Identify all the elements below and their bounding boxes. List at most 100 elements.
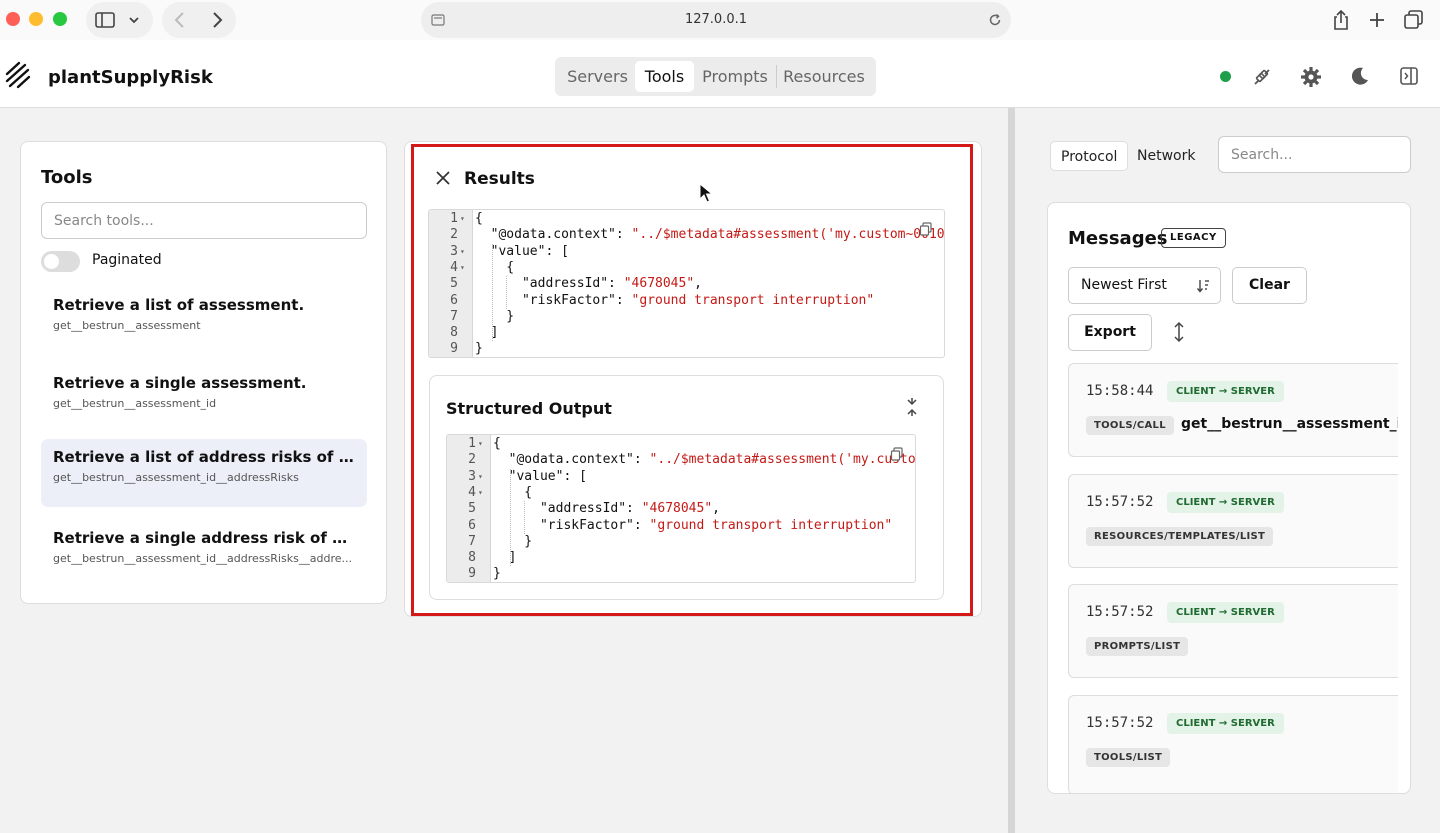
indent-guide: [492, 243, 493, 342]
message-item[interactable]: 15:57:52 CLIENT → SERVER PROMPTS/LIST: [1068, 584, 1398, 678]
tab-servers[interactable]: Servers: [561, 61, 634, 92]
new-tab-icon[interactable]: [1368, 11, 1386, 29]
fold-toggle-icon[interactable]: ▾: [478, 485, 483, 501]
sort-order-select[interactable]: Newest First: [1068, 267, 1221, 304]
tool-item-selected[interactable]: Retrieve a list of address risks of an a…: [41, 439, 367, 507]
tab-divider: [776, 65, 777, 88]
indent-guide: [524, 501, 525, 534]
tool-item[interactable]: Retrieve a single address risk of an ass…: [41, 520, 367, 588]
forward-icon[interactable]: [210, 11, 224, 29]
messages-search-input[interactable]: [1218, 136, 1411, 173]
copy-icon[interactable]: [890, 447, 904, 461]
paginated-toggle[interactable]: [41, 251, 80, 272]
collapse-icon[interactable]: [905, 398, 919, 416]
code-text: "value": [: [475, 244, 569, 260]
plug-disconnect-icon[interactable]: [1251, 66, 1273, 88]
mouse-cursor-icon: [699, 183, 713, 203]
tab-protocol[interactable]: Protocol: [1050, 141, 1129, 171]
results-title: Results: [464, 169, 535, 189]
results-json-editor[interactable]: 1 ▾{2 "@odata.context": "../$metadata#ass…: [428, 209, 945, 358]
code-key: "value": [: [493, 468, 587, 484]
message-item[interactable]: 15:57:52 CLIENT → SERVER RESOURCES/TEMPL…: [1068, 474, 1398, 568]
code-line: 5 "addressId": "4678045",: [447, 501, 915, 517]
fold-toggle-icon[interactable]: ▾: [478, 469, 483, 485]
panel-toggle-icon[interactable]: [1400, 67, 1418, 85]
back-icon[interactable]: [173, 11, 187, 29]
message-item[interactable]: 15:57:52 CLIENT → SERVER TOOLS/LIST: [1068, 695, 1398, 793]
code-key: "riskFactor":: [475, 292, 632, 308]
messages-title: Messages: [1068, 228, 1168, 249]
code-key: {: [475, 259, 515, 275]
message-item[interactable]: 15:58:44 CLIENT → SERVER TOOLS/CALL get_…: [1068, 363, 1398, 457]
chevron-down-icon[interactable]: [128, 15, 140, 25]
copy-icon[interactable]: [919, 222, 933, 236]
search-tools-input[interactable]: [41, 202, 367, 239]
export-button[interactable]: Export: [1068, 314, 1152, 351]
tool-name: Retrieve a single assessment.: [53, 374, 307, 392]
message-time: 15:58:44: [1086, 383, 1154, 399]
direction-badge: CLIENT → SERVER: [1167, 602, 1284, 623]
code-line: 8 ]: [447, 550, 915, 566]
code-string-value: "4678045": [623, 276, 695, 292]
pane-resize-handle[interactable]: [1008, 108, 1015, 833]
tool-item[interactable]: Retrieve a list of assessment. get__best…: [41, 287, 367, 355]
code-key: }: [475, 308, 515, 324]
code-punctuation: ,: [694, 276, 702, 292]
dark-mode-icon[interactable]: [1350, 66, 1370, 86]
tab-overview-icon[interactable]: [1404, 10, 1424, 30]
line-number: 5: [468, 501, 476, 517]
main-tabs: Servers Tools Prompts Resources: [555, 57, 876, 96]
expand-all-icon[interactable]: [1172, 321, 1186, 343]
code-text: ]: [493, 550, 517, 566]
tool-name: Retrieve a single address risk of an ass…: [53, 529, 355, 547]
fold-toggle-icon[interactable]: ▾: [478, 436, 483, 452]
direction-badge: CLIENT → SERVER: [1167, 713, 1284, 734]
fold-toggle-icon[interactable]: ▾: [460, 260, 465, 276]
share-icon[interactable]: [1332, 9, 1350, 31]
app-name: plantSupplyRisk: [48, 67, 213, 88]
toggle-knob: [44, 254, 59, 269]
code-punctuation: ,: [712, 501, 720, 517]
line-number: 9: [450, 341, 458, 357]
tab-resources[interactable]: Resources: [778, 61, 870, 92]
code-key: ]: [493, 550, 517, 566]
line-number: 7: [468, 533, 476, 549]
line-number: 1: [468, 436, 476, 451]
line-number: 1: [450, 211, 458, 226]
browser-toolbar: 127.0.0.1: [0, 0, 1440, 40]
structured-json-editor[interactable]: 1 ▾{2 "@odata.context": "../$metadata#ass…: [446, 434, 916, 583]
message-time: 15:57:52: [1086, 715, 1154, 731]
code-string-value: "../$metadata#assessment('my.custom~0010…: [631, 227, 945, 243]
address-bar[interactable]: 127.0.0.1: [421, 2, 1011, 38]
reload-icon[interactable]: [988, 13, 1002, 27]
code-line: 7 }: [447, 534, 915, 550]
close-icon[interactable]: [434, 169, 452, 187]
tool-id: get__bestrun__assessment_id: [53, 397, 217, 410]
code-line: 9}: [447, 566, 915, 582]
code-key: "value": [: [475, 243, 569, 259]
gear-icon[interactable]: [1300, 66, 1322, 88]
structured-output-title: Structured Output: [446, 399, 612, 418]
code-key: "@odata.context":: [475, 227, 632, 243]
fold-toggle-icon[interactable]: ▾: [460, 244, 465, 260]
close-window-button[interactable]: [6, 12, 20, 26]
tab-network[interactable]: Network: [1127, 141, 1205, 171]
code-key: ]: [475, 325, 499, 341]
line-number: 4: [450, 259, 458, 275]
results-panel: Results 1 ▾{2 "@odata.context": "../$meta…: [411, 144, 973, 616]
clear-button[interactable]: Clear: [1232, 267, 1307, 304]
tool-item[interactable]: Retrieve a single assessment. get__bestr…: [41, 365, 367, 433]
tab-tools[interactable]: Tools: [635, 61, 694, 92]
sidebar-icon[interactable]: [95, 12, 115, 28]
minimize-window-button[interactable]: [29, 12, 43, 26]
code-text: "value": [: [493, 469, 587, 485]
line-number: 2: [468, 452, 476, 468]
tab-prompts[interactable]: Prompts: [696, 61, 774, 92]
fold-toggle-icon[interactable]: ▾: [460, 211, 465, 227]
code-text: {: [493, 436, 501, 452]
code-string-value: "../$metadata#assessment('my.custom~0010…: [649, 452, 916, 468]
line-number: 8: [468, 550, 476, 566]
code-line: 4 ▾ {: [429, 260, 944, 276]
maximize-window-button[interactable]: [53, 12, 67, 26]
line-number: 8: [450, 325, 458, 341]
